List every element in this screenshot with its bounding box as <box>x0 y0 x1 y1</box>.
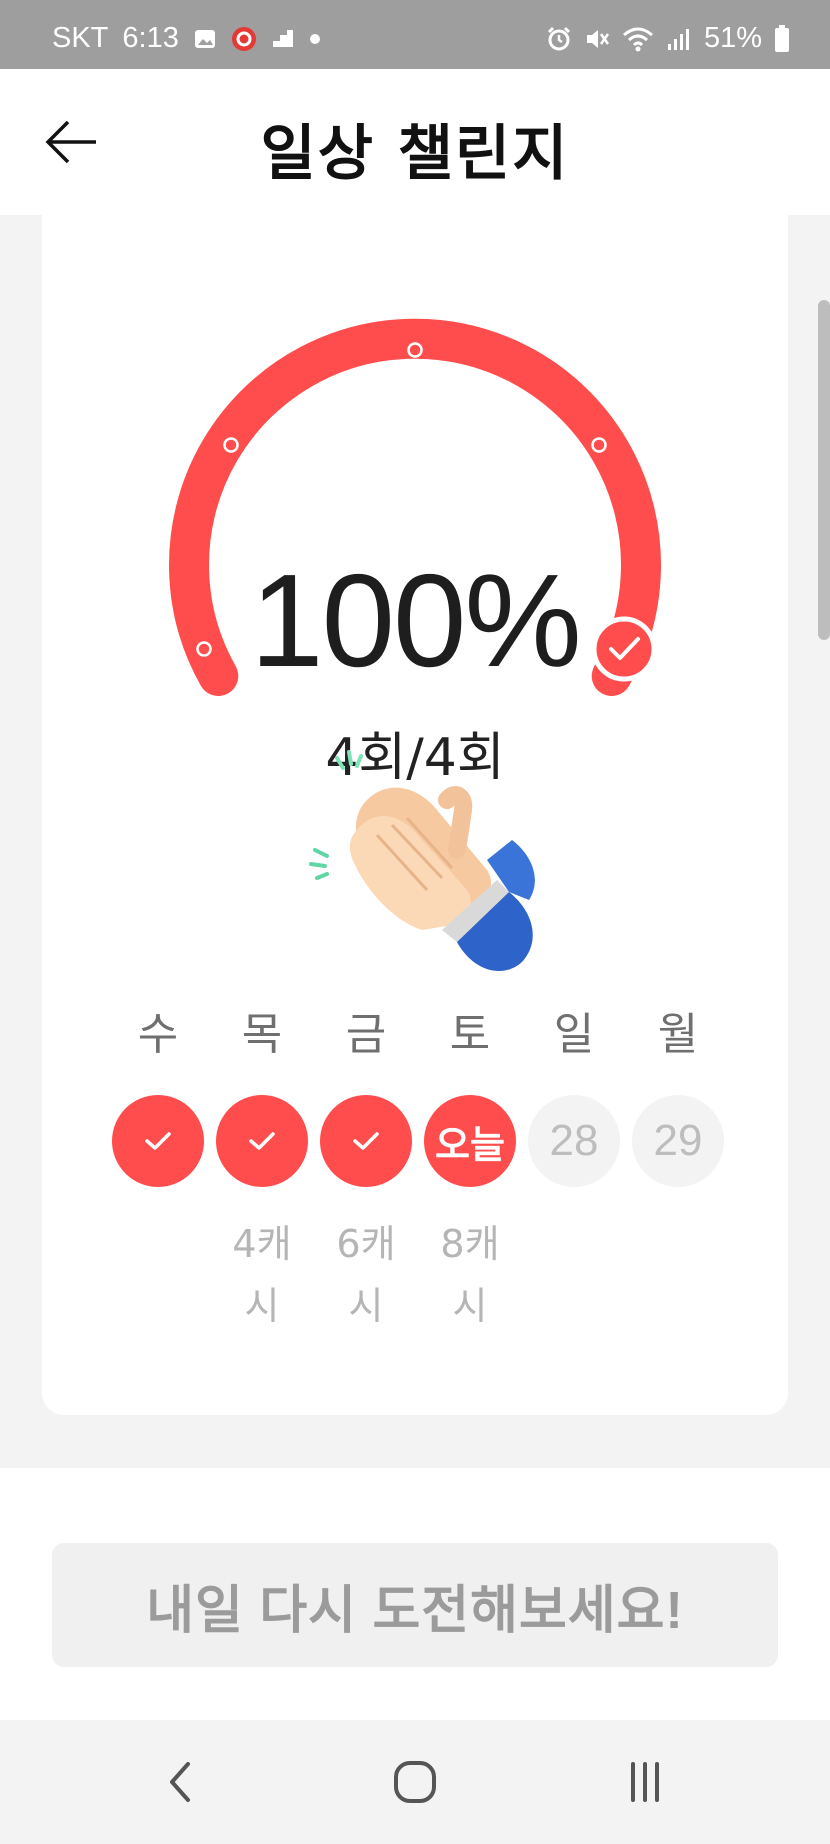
check-icon <box>249 1132 275 1150</box>
day-label: 월 <box>657 1009 699 1060</box>
nav-home-button[interactable] <box>375 1750 455 1814</box>
battery-icon <box>775 24 789 52</box>
day-reward-note: 6캐시 <box>336 1222 396 1328</box>
battery-percent-text: 51% <box>703 22 762 54</box>
day-label: 토 <box>449 1009 491 1060</box>
gallery-icon <box>194 29 215 48</box>
system-nav-bar <box>0 1720 830 1844</box>
alarm-icon <box>547 26 571 50</box>
status-bar-right: 51% <box>546 22 790 55</box>
dot-icon <box>309 33 320 44</box>
day-status-done <box>216 1095 308 1187</box>
day-label: 금 <box>345 1009 387 1060</box>
day-column: 목 4캐시 <box>216 1005 308 1337</box>
day-column: 수 <box>112 1005 204 1337</box>
retry-tomorrow-button[interactable]: 내일 다시 도전해보세요! <box>52 1543 778 1667</box>
stairs-icon <box>272 29 293 47</box>
page-title: 일상 챌린지 <box>260 119 570 189</box>
chevron-left-icon <box>170 1762 190 1802</box>
day-status-today: 오늘 <box>424 1095 516 1187</box>
nav-recents-button[interactable] <box>605 1750 685 1814</box>
check-icon <box>353 1132 379 1150</box>
day-label: 수 <box>137 1009 179 1060</box>
day-status-future: 29 <box>632 1095 724 1187</box>
day-reward-note: 8캐시 <box>440 1222 500 1328</box>
week-days-row: 수 목 4캐시 금 6캐시 토 오늘 8캐시 일 28 월 29 <box>112 1005 724 1337</box>
challenge-card: 100% 4회/4회 수 목 4캐시 금 6캐시 토 오늘 8캐시 일 28 월… <box>42 215 788 1415</box>
recents-icon <box>631 1762 659 1802</box>
carrier-text: SKT <box>52 22 109 54</box>
wifi-icon <box>622 27 653 51</box>
day-status-done <box>112 1095 204 1187</box>
home-icon <box>394 1761 436 1803</box>
day-column: 일 28 <box>528 1005 620 1337</box>
signal-icon <box>667 28 689 50</box>
day-label: 일 <box>553 1009 595 1060</box>
day-reward-note: 4캐시 <box>232 1222 292 1328</box>
day-status-done <box>320 1095 412 1187</box>
clock-text: 6:13 <box>122 22 179 54</box>
check-icon <box>145 1132 171 1150</box>
scrollbar[interactable] <box>818 300 830 640</box>
day-status-future: 28 <box>528 1095 620 1187</box>
mute-icon <box>586 29 609 48</box>
day-label: 목 <box>241 1009 283 1060</box>
clapping-hands-icon <box>309 750 535 972</box>
status-bar-left: SKT 6:13 <box>52 22 321 55</box>
status-bar: SKT 6:13 51% <box>0 0 830 69</box>
day-column: 토 오늘 8캐시 <box>424 1005 516 1337</box>
nav-back-button[interactable] <box>140 1750 220 1814</box>
day-column: 금 6캐시 <box>320 1005 412 1337</box>
day-column: 월 29 <box>632 1005 724 1337</box>
progress-percent: 100% <box>250 547 582 694</box>
app-header: 일상 챌린지 <box>0 69 830 215</box>
app-notification-icon <box>231 26 256 51</box>
